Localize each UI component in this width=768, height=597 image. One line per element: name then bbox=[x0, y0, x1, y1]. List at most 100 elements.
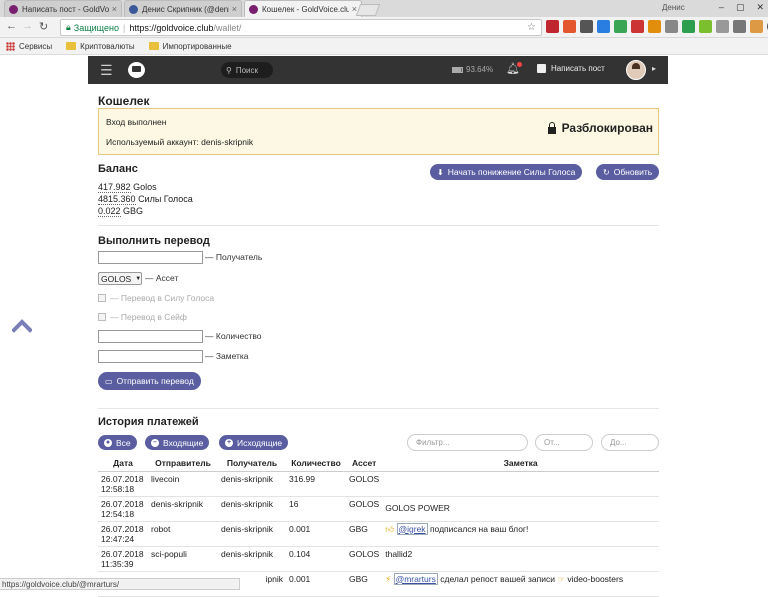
forward-arrow-icon[interactable]: → bbox=[22, 20, 33, 32]
divider bbox=[98, 408, 659, 409]
bookmark-folder-crypto[interactable]: Криптовалюты bbox=[66, 42, 135, 51]
refresh-button[interactable]: ↻ Обновить bbox=[596, 164, 660, 180]
memo-user-link[interactable]: @mrarturs bbox=[393, 572, 438, 585]
extension-icon[interactable] bbox=[648, 20, 661, 33]
filter-outgoing-button[interactable]: + Исходящие bbox=[219, 435, 289, 450]
filter-incoming-button[interactable]: – Входящие bbox=[145, 435, 210, 450]
date-from-input[interactable]: От... bbox=[535, 434, 593, 451]
extension-icon[interactable] bbox=[665, 20, 678, 33]
cell-from[interactable]: livecoin bbox=[148, 471, 218, 497]
scroll-up-chevron-icon[interactable] bbox=[12, 316, 32, 336]
extension-icon[interactable] bbox=[614, 20, 627, 33]
date-to-input[interactable]: До... bbox=[601, 434, 659, 451]
extension-icon[interactable] bbox=[699, 20, 712, 33]
goldvoice-logo-icon[interactable] bbox=[128, 62, 145, 78]
write-post-label: Написать пост bbox=[551, 64, 605, 73]
minimize-icon[interactable]: – bbox=[719, 2, 724, 13]
transfer-to-safe-checkbox[interactable] bbox=[98, 313, 106, 321]
extension-icon[interactable] bbox=[716, 20, 729, 33]
send-transfer-button[interactable]: ▭ Отправить перевод bbox=[98, 372, 201, 390]
search-input[interactable]: ⚲ Поиск bbox=[221, 62, 273, 78]
recipient-input[interactable] bbox=[98, 251, 203, 264]
time-value: 12:58:18 bbox=[101, 483, 135, 494]
cell-asset: GOLOS bbox=[346, 496, 383, 522]
login-status-text: Вход выполнен bbox=[106, 117, 167, 127]
bookmark-star-icon[interactable]: ☆ bbox=[527, 22, 536, 33]
window-user-label[interactable]: Денис bbox=[662, 3, 685, 12]
maximize-icon[interactable]: ▢ bbox=[736, 2, 745, 13]
asset-select[interactable]: GOLOS ▼ bbox=[98, 272, 142, 285]
browser-tab[interactable]: Написать пост - GoldVoic × bbox=[4, 0, 122, 17]
cell-from[interactable]: robot bbox=[148, 521, 218, 547]
avatar[interactable] bbox=[626, 60, 646, 80]
unlocked-status: Разблокирован bbox=[547, 121, 653, 135]
balance-golos: 417.982 Golos bbox=[98, 182, 157, 193]
memo-user-link[interactable]: @igrek bbox=[396, 522, 428, 535]
address-bar[interactable]: 🔒︎ Защищено | https://goldvoice.club/wal… bbox=[60, 19, 542, 36]
cell-amount: 16 bbox=[286, 496, 346, 522]
extension-icon[interactable] bbox=[580, 20, 593, 33]
extension-icon[interactable] bbox=[750, 20, 763, 33]
filter-incoming-label: Входящие bbox=[163, 437, 204, 448]
reload-icon[interactable]: ↻ bbox=[39, 20, 48, 33]
column-header: Заметка bbox=[382, 456, 659, 472]
browser-status-bar: https://goldvoice.club/@mrarturs/ bbox=[0, 578, 240, 590]
cell-to[interactable]: denis-skripnik bbox=[218, 496, 286, 522]
site-header: ☰ ⚲ Поиск 93.64% 🔔︎ Написать пост ▸ bbox=[88, 56, 668, 84]
power-down-button[interactable]: ⬇ Начать понижение Силы Голоса bbox=[430, 164, 583, 180]
voting-power: 93.64% bbox=[452, 65, 493, 74]
lightning-icon: ⚡︎ bbox=[385, 573, 392, 584]
extension-icon[interactable] bbox=[733, 20, 746, 33]
filter-all-button[interactable]: ● Все bbox=[98, 435, 137, 450]
plus-icon: + bbox=[225, 438, 233, 447]
close-icon[interactable]: × bbox=[112, 4, 117, 14]
extension-icon[interactable] bbox=[682, 20, 695, 33]
transfer-to-safe-label: — Перевод в Сейф bbox=[110, 312, 187, 322]
cell-to[interactable]: denis-skripnik bbox=[218, 546, 286, 572]
notifications-bell-icon[interactable]: 🔔︎ bbox=[506, 62, 522, 75]
memo-input[interactable] bbox=[98, 350, 203, 363]
secure-label: Защищено bbox=[73, 22, 119, 33]
cell-memo: ⚡︎ @mrarturs сделал репост вашей записи … bbox=[382, 571, 659, 597]
transfer-to-power-checkbox[interactable] bbox=[98, 294, 106, 302]
date-value: 26.07.2018 bbox=[101, 548, 144, 559]
cell-to[interactable]: denis-skripnik bbox=[218, 471, 286, 497]
cell-to[interactable]: denis-skripnik bbox=[218, 521, 286, 547]
chevron-right-icon[interactable]: ▸ bbox=[652, 64, 656, 73]
goldvoice-favicon-icon bbox=[249, 4, 258, 14]
extension-icon[interactable] bbox=[546, 20, 559, 33]
power-down-label: Начать понижение Силы Голоса bbox=[447, 167, 576, 177]
hamburger-menu-icon[interactable]: ☰ bbox=[100, 62, 113, 79]
close-window-icon[interactable]: ✕ bbox=[756, 2, 764, 13]
new-tab-button[interactable] bbox=[355, 4, 381, 16]
lock-icon: 🔒︎ bbox=[66, 22, 71, 32]
column-header: Отправитель bbox=[148, 456, 218, 472]
table-row: 26.07.2018 12:47:24 robot denis-skripnik … bbox=[98, 521, 659, 547]
voting-power-value: 93.64% bbox=[466, 65, 494, 74]
bookmark-folder-imported[interactable]: Импортированные bbox=[148, 42, 232, 51]
folder-icon bbox=[66, 42, 77, 50]
table-row: 26.07.2018 12:58:18 livecoin denis-skripn… bbox=[98, 471, 659, 497]
browser-tab-active[interactable]: Кошелек - GoldVoice.clu × bbox=[244, 0, 362, 17]
history-filter-input[interactable]: Фильтр... bbox=[407, 434, 528, 451]
balance-gbg: 0.022 GBG bbox=[98, 206, 143, 217]
bookmark-services[interactable]: Сервисы bbox=[6, 41, 52, 51]
edit-icon bbox=[537, 64, 546, 73]
amount-input[interactable] bbox=[98, 330, 203, 343]
time-value: 12:47:24 bbox=[101, 533, 135, 544]
cell-amount: 0.104 bbox=[286, 546, 346, 572]
cell-amount: 0.001 bbox=[286, 521, 346, 547]
cell-from[interactable]: sci-populi bbox=[148, 546, 218, 572]
write-post-button[interactable]: Написать пост bbox=[537, 64, 605, 73]
close-icon[interactable]: × bbox=[232, 4, 237, 14]
cell-from[interactable]: denis-skripnik bbox=[148, 496, 218, 522]
balance-amount: 4815.360 bbox=[98, 194, 136, 205]
cell-amount: 316.99 bbox=[286, 471, 346, 497]
browser-tab[interactable]: Денис Скрипник (@deni × bbox=[124, 0, 242, 17]
extension-icon[interactable] bbox=[563, 20, 576, 33]
filter-outgoing-label: Исходящие bbox=[237, 437, 283, 448]
extension-icon[interactable] bbox=[597, 20, 610, 33]
back-arrow-icon[interactable]: ← bbox=[6, 20, 17, 32]
payment-history-table: Дата Отправитель Получатель Количество А… bbox=[98, 456, 659, 597]
extension-icon[interactable] bbox=[631, 20, 644, 33]
